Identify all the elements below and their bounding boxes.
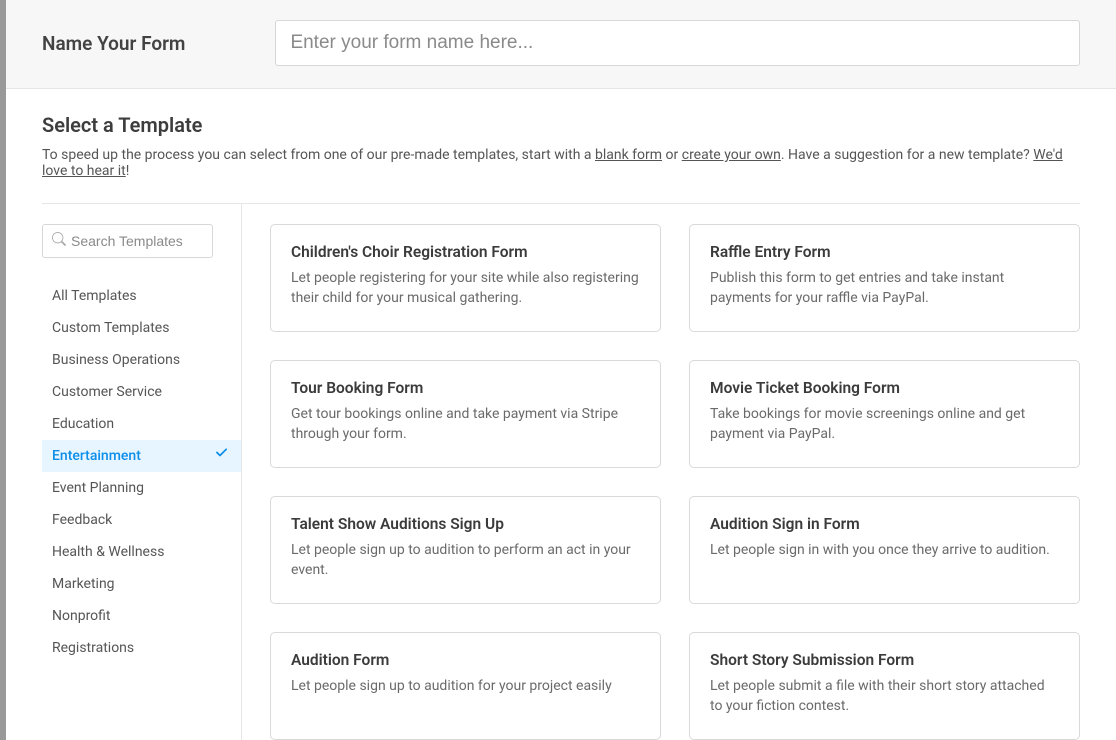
category-item[interactable]: Event Planning [42,472,213,504]
category-item[interactable]: Customer Service [42,376,213,408]
template-main: Children's Choir Registration Form Let pe… [242,204,1080,740]
category-label: Custom Templates [52,320,169,336]
category-item[interactable]: Business Operations [42,344,213,376]
template-desc: Let people registering for your site whi… [291,269,640,308]
category-label: Registrations [52,640,134,656]
template-card[interactable]: Movie Ticket Booking Form Take bookings f… [689,360,1080,468]
template-title: Talent Show Auditions Sign Up [291,515,640,533]
category-label: Marketing [52,576,115,592]
template-title: Tour Booking Form [291,379,640,397]
desc-text: ! [126,163,130,179]
search-input[interactable] [42,224,213,258]
template-card[interactable]: Talent Show Auditions Sign Up Let people … [270,496,661,604]
category-item[interactable]: Health & Wellness [42,536,213,568]
category-item[interactable]: Marketing [42,568,213,600]
template-desc: Let people submit a file with their shor… [710,677,1059,716]
category-label: Feedback [52,512,112,528]
template-card[interactable]: Children's Choir Registration Form Let pe… [270,224,661,332]
template-desc: Let people sign up to audition for your … [291,677,640,697]
desc-text: To speed up the process you can select f… [42,147,595,163]
template-title: Audition Sign in Form [710,515,1059,533]
category-item[interactable]: Registrations [42,632,213,664]
category-label: All Templates [52,288,137,304]
category-list: All Templates Custom Templates Business Op… [42,280,241,664]
category-label: Nonprofit [52,608,111,624]
category-item[interactable]: Custom Templates [42,312,213,344]
category-label: Entertainment [52,448,141,464]
category-item[interactable]: Entertainment [42,440,241,472]
template-card[interactable]: Tour Booking Form Get tour bookings onlin… [270,360,661,468]
name-form-bar: Name Your Form [6,0,1116,89]
template-title: Movie Ticket Booking Form [710,379,1059,397]
template-card[interactable]: Raffle Entry Form Publish this form to ge… [689,224,1080,332]
category-label: Education [52,416,114,432]
template-desc: Let people sign in with you once they ar… [710,541,1059,561]
create-own-link[interactable]: create your own [682,147,781,163]
category-label: Customer Service [52,384,162,400]
category-item[interactable]: Education [42,408,213,440]
category-item[interactable]: Feedback [42,504,213,536]
template-card[interactable]: Audition Form Let people sign up to audit… [270,632,661,740]
template-grid: Children's Choir Registration Form Let pe… [270,224,1080,740]
template-desc: Publish this form to get entries and tak… [710,269,1059,308]
name-form-label: Name Your Form [42,32,185,55]
template-title: Raffle Entry Form [710,243,1059,261]
template-title: Audition Form [291,651,640,669]
select-template-title: Select a Template [42,113,1080,137]
template-desc: Let people sign up to audition to perfor… [291,541,640,580]
template-card[interactable]: Audition Sign in Form Let people sign in … [689,496,1080,604]
category-label: Health & Wellness [52,544,164,560]
category-label: Business Operations [52,352,180,368]
check-icon [215,447,229,465]
category-item[interactable]: Nonprofit [42,600,213,632]
desc-text: . Have a suggestion for a new template? [781,147,1033,163]
blank-form-link[interactable]: blank form [595,147,662,163]
template-title: Short Story Submission Form [710,651,1059,669]
sidebar: All Templates Custom Templates Business Op… [42,204,242,740]
template-desc: Take bookings for movie screenings onlin… [710,405,1059,444]
select-template-desc: To speed up the process you can select f… [42,147,1080,179]
category-label: Event Planning [52,480,144,496]
category-item[interactable]: All Templates [42,280,213,312]
desc-text: or [662,147,682,163]
form-name-input[interactable] [275,20,1080,66]
template-card[interactable]: Short Story Submission Form Let people su… [689,632,1080,740]
template-desc: Get tour bookings online and take paymen… [291,405,640,444]
template-title: Children's Choir Registration Form [291,243,640,261]
